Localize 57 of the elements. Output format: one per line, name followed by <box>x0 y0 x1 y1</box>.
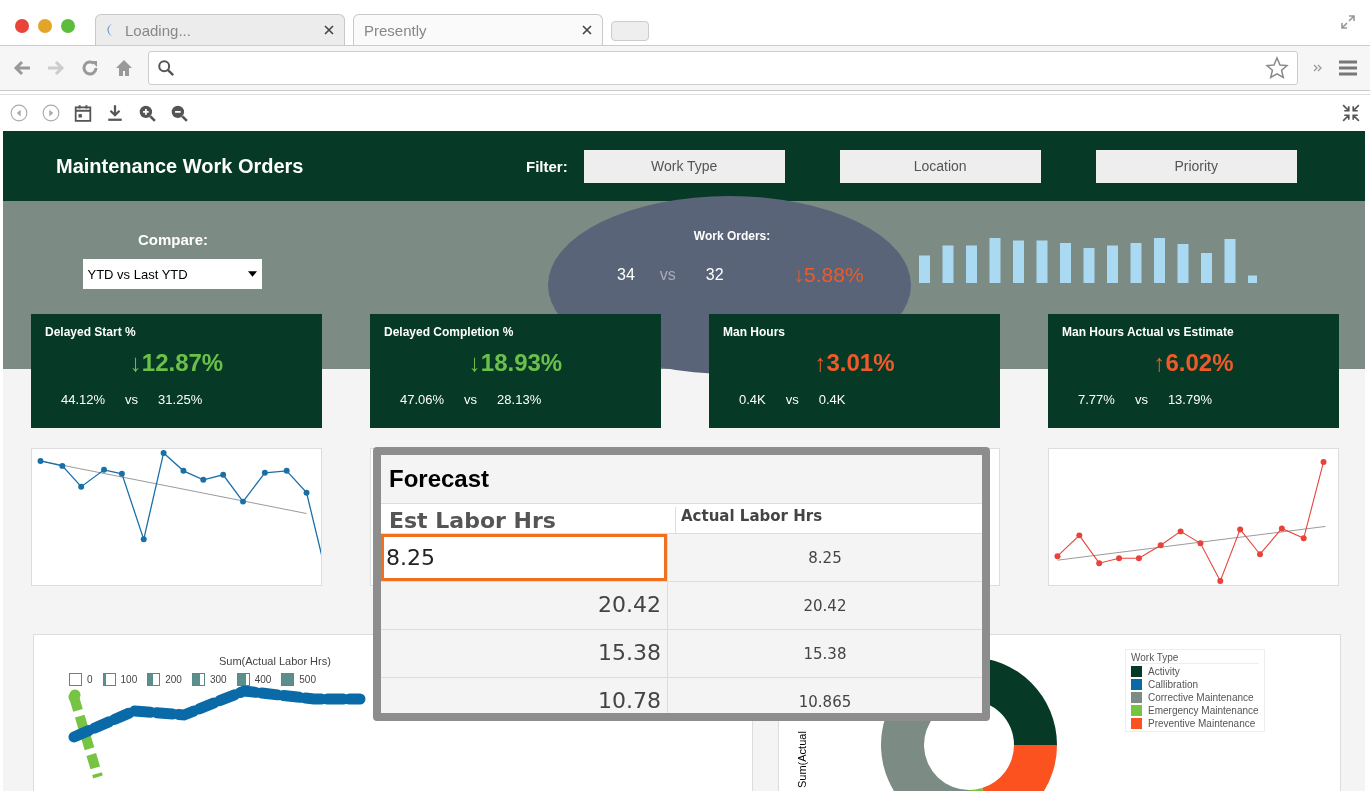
table-cell[interactable]: 15.38 <box>381 629 667 677</box>
table-cell: 15.38 <box>667 629 982 677</box>
legend-label: Emergency Maintenance <box>1148 705 1259 716</box>
dashboard-title: Maintenance Work Orders <box>55 154 305 178</box>
kpi-current: 7.77% <box>1078 392 1115 407</box>
legend-label: 300 <box>209 674 227 685</box>
kpi-change: ↓18.93% <box>467 349 564 377</box>
vs-label: vs <box>785 392 799 407</box>
legend-label: 200 <box>165 674 182 685</box>
compare-dropdown[interactable]: YTD vs Last YTD <box>82 259 262 289</box>
filter-label: Filter: <box>526 157 568 175</box>
table-cell: 10.865 <box>667 678 982 713</box>
legend-label: 500 <box>299 674 316 685</box>
kpi-current: 0.4K <box>739 392 766 407</box>
kpi-title: Delayed Start % <box>44 324 137 339</box>
legend-label: Corrective Maintenance <box>1148 692 1254 703</box>
current-count: 34 <box>617 266 635 284</box>
kpi-current: 47.06% <box>400 392 445 407</box>
kpi-change: ↑6.02% <box>1152 349 1235 377</box>
kpi-previous: 0.4K <box>818 392 846 407</box>
vs-label: vs <box>125 392 139 407</box>
kpi-title: Delayed Completion % <box>383 324 515 339</box>
kpi-current: 44.12% <box>61 392 106 407</box>
table-cell[interactable]: 10.78 <box>381 678 667 713</box>
table-cell: 8.25 <box>667 533 982 581</box>
kpi-change: ↓12.87% <box>128 349 225 377</box>
column-header: Est Labor Hrs <box>388 507 557 533</box>
table-cell: 20.42 <box>667 581 982 629</box>
vs-label: vs <box>464 392 478 407</box>
kpi-change: ↑3.01% <box>813 349 896 377</box>
legend-label: Activity <box>1148 666 1180 677</box>
previous-count: 32 <box>705 266 724 284</box>
vs-label: vs <box>1134 392 1148 407</box>
filter-button[interactable]: Location <box>839 149 1041 183</box>
kpi-previous: 28.13% <box>497 392 542 407</box>
kpi-title: Man Hours Actual vs Estimate <box>1061 324 1235 339</box>
axis-label: Sum(Actual <box>797 731 808 788</box>
legend-title: Work Type <box>1131 652 1259 664</box>
legend-label: 400 <box>254 674 272 685</box>
filter-button[interactable]: Work Type <box>583 149 785 183</box>
legend-label: Preventive Maintenance <box>1148 718 1256 729</box>
legend-label: Callibration <box>1148 679 1199 690</box>
legend-title: Sum(Actual Labor Hrs) <box>219 655 331 667</box>
kpi-previous: 31.25% <box>158 392 203 407</box>
work-orders-label: Work Orders: <box>692 229 772 243</box>
compare-label: Compare: <box>138 231 208 248</box>
table-cell[interactable]: 8.25 <box>381 533 667 581</box>
table-cell[interactable]: 20.42 <box>381 581 667 629</box>
kpi-previous: 13.79% <box>1167 392 1212 407</box>
browser-tab[interactable]: Presently <box>353 14 603 45</box>
legend-label: 0 <box>87 674 93 685</box>
legend-label: 100 <box>120 674 138 685</box>
vs-label: vs <box>659 266 676 284</box>
column-header: Actual Labor Hrs <box>675 506 823 533</box>
kpi-title: Man Hours <box>722 324 786 339</box>
filter-button[interactable]: Priority <box>1095 149 1297 183</box>
change-percent: ↓5.88% <box>793 263 864 287</box>
